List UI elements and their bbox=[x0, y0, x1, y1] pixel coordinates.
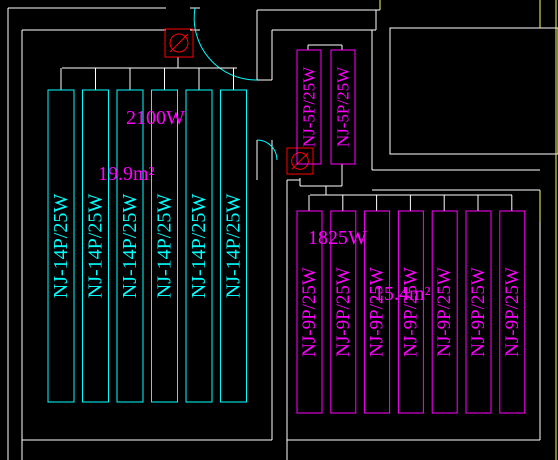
fixture-label: NJ-14P/25W bbox=[154, 194, 176, 299]
light-fixture: NJ-14P/25W bbox=[220, 89, 247, 403]
light-fixture: NJ-14P/25W bbox=[116, 89, 144, 403]
fixture-label: NJ-5P/25W bbox=[300, 66, 319, 147]
light-fixture: NJ-9P/25W bbox=[465, 210, 492, 414]
fixtures-corridor-group: NJ-5P/25W NJ-5P/25W bbox=[296, 49, 356, 165]
fixture-label: NJ-9P/25W bbox=[434, 267, 455, 357]
circle-slash-icon bbox=[286, 147, 314, 175]
room-left-power: 2100W bbox=[126, 107, 185, 129]
fixture-label: NJ-9P/25W bbox=[400, 267, 421, 357]
doors bbox=[193, 7, 278, 161]
light-fixture: NJ-9P/25W bbox=[364, 210, 391, 414]
light-fixture: NJ-14P/25W bbox=[82, 89, 109, 403]
room-right-power: 1825W bbox=[308, 227, 367, 249]
light-fixture: NJ-9P/25W bbox=[499, 210, 526, 414]
fixture-label: NJ-9P/25W bbox=[468, 267, 489, 357]
fixture-label: NJ-9P/25W bbox=[367, 267, 388, 357]
light-fixture: NJ-5P/25W bbox=[296, 49, 322, 165]
fixture-label: NJ-9P/25W bbox=[502, 267, 523, 357]
symbols bbox=[164, 28, 314, 175]
room-left-area: 19.9m² bbox=[98, 163, 155, 185]
light-fixture: NJ-9P/25W bbox=[397, 210, 424, 414]
fixture-label: NJ-9P/25W bbox=[333, 267, 354, 357]
light-fixture: NJ-14P/25W bbox=[151, 89, 178, 403]
light-fixture: NJ-5P/25W bbox=[330, 49, 356, 165]
circle-slash-icon bbox=[164, 28, 194, 58]
floor-plan-drawing: NJ-14P/25W NJ-14P/25W NJ-14P/25W NJ-14P/25W… bbox=[7, 0, 558, 460]
fixture-label: NJ-14P/25W bbox=[188, 194, 210, 299]
room-right-area: 15.4m² bbox=[374, 283, 431, 305]
fixture-label: NJ-5P/25W bbox=[334, 66, 353, 147]
fixture-label: NJ-14P/25W bbox=[223, 194, 245, 299]
light-fixture: NJ-14P/25W bbox=[47, 89, 75, 403]
site-boundary bbox=[379, 0, 557, 460]
fixture-label: NJ-14P/25W bbox=[50, 194, 72, 299]
fixtures-left-group: NJ-14P/25W NJ-14P/25W NJ-14P/25W NJ-14P/25W… bbox=[47, 89, 247, 403]
fixture-label: NJ-14P/25W bbox=[85, 194, 107, 299]
fixture-label: NJ-9P/25W bbox=[299, 267, 320, 357]
fixture-label: NJ-14P/25W bbox=[119, 194, 141, 299]
light-fixture: NJ-9P/25W bbox=[431, 210, 458, 414]
light-fixture: NJ-14P/25W bbox=[185, 89, 213, 403]
